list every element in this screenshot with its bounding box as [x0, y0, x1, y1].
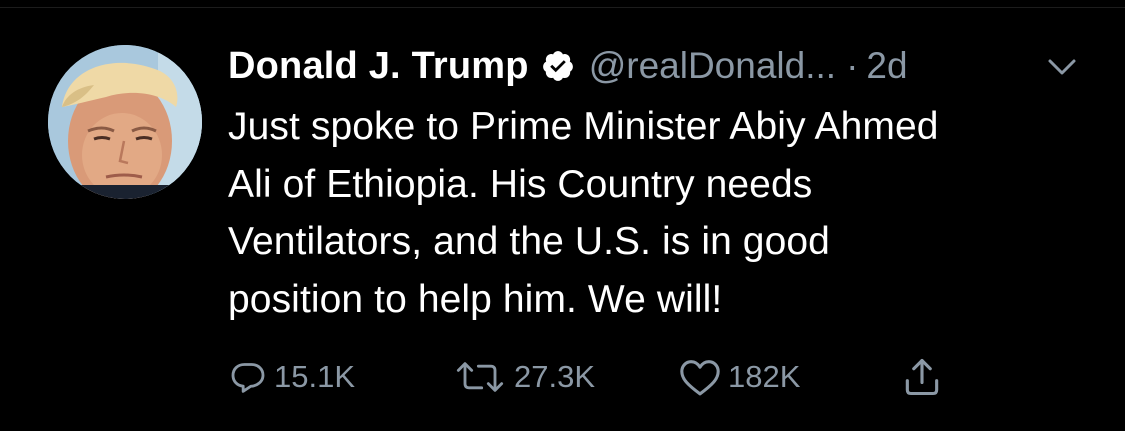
like-count: 182K [728, 359, 801, 394]
action-bar: 15.1K 27.3K 182K [228, 352, 988, 402]
tweet-text: Just spoke to Prime Minister Abiy Ahmed … [228, 98, 1108, 328]
heart-icon [680, 360, 720, 396]
retweet-count: 27.3K [514, 359, 596, 394]
handle[interactable]: @realDonald... [589, 45, 836, 87]
tweet[interactable]: Donald J. Trump @realDonald... · 2d Just… [0, 0, 1125, 431]
chevron-down-icon[interactable] [1044, 52, 1080, 82]
reply-count: 15.1K [274, 359, 356, 394]
retweet-icon [456, 362, 504, 392]
like-button[interactable]: 182K [678, 352, 800, 402]
avatar-photo [48, 45, 202, 199]
tweet-header: Donald J. Trump @realDonald... · 2d [228, 40, 908, 92]
tweet-text-line: position to help him. We will! [228, 277, 723, 321]
tweet-text-line: Ventilators, and the U.S. is in good [228, 220, 830, 263]
timestamp[interactable]: 2d [866, 45, 907, 87]
tweet-text-line: Just spoke to Prime Minister Abiy Ahmed [228, 105, 939, 148]
separator-dot: · [846, 45, 859, 86]
avatar[interactable] [48, 45, 202, 199]
reply-button[interactable]: 15.1K [228, 352, 355, 402]
verified-badge-icon [541, 49, 575, 83]
share-button[interactable] [900, 352, 944, 402]
retweet-button[interactable]: 27.3K [452, 352, 595, 402]
tweet-text-line: Ali of Ethiopia. His Country needs [228, 162, 813, 206]
reply-icon [231, 363, 265, 393]
share-icon [905, 358, 939, 396]
display-name[interactable]: Donald J. Trump [228, 45, 529, 88]
